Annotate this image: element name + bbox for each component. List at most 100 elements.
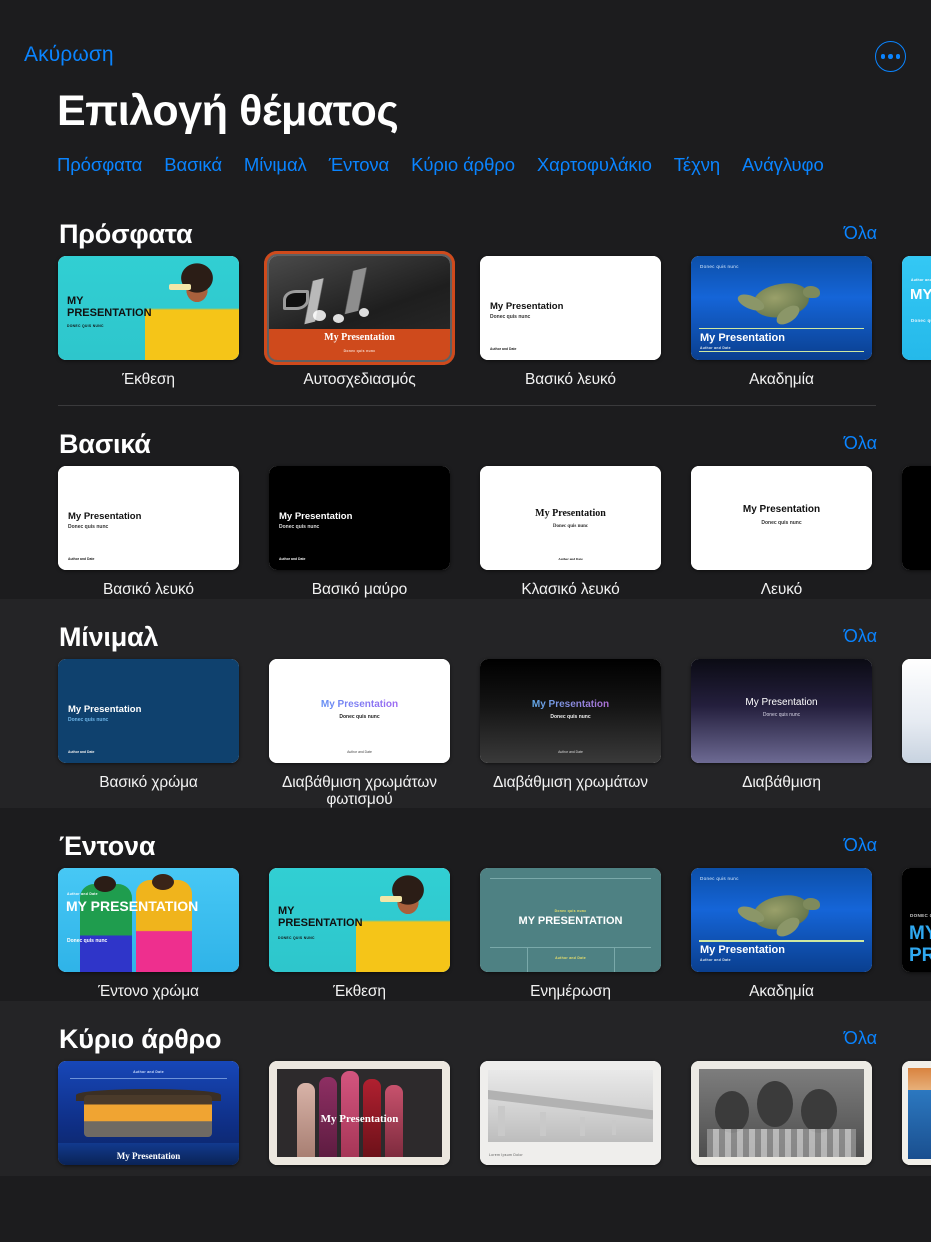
see-all-link[interactable]: Όλα bbox=[844, 626, 877, 647]
theme-card[interactable]: My Presentation Donec quis nunc Author a… bbox=[58, 658, 239, 791]
slide-title: My Presentation bbox=[742, 504, 821, 516]
theme-card[interactable]: MY PRESENTATION DONEC QUIS NUNC Έκθεση bbox=[58, 256, 239, 388]
theme-thumbnail: Donec quis nunc My Presentation Author a… bbox=[691, 868, 872, 973]
theme-card-label: Βασικό μαύρο bbox=[311, 581, 408, 599]
section-editorial: Κύριο άρθρο Όλα Author and Date My Prese… bbox=[0, 1000, 931, 1176]
theme-card[interactable]: My Presentation Donec quis nunc Author a… bbox=[269, 466, 450, 598]
theme-thumbnail: MY PRESENTATION DONEC QUIS NUNC bbox=[58, 256, 239, 360]
theme-card-partial[interactable]: Author and Date MY PRESENTATION Donec qu… bbox=[902, 256, 931, 371]
slide-title: MY PRESENTATION bbox=[518, 915, 623, 928]
slide-title: My Presentation bbox=[480, 699, 661, 710]
slide-subtitle: Donec quis nunc bbox=[67, 938, 108, 945]
top-bar: Ακύρωση bbox=[0, 0, 931, 88]
artwork-exhibit: MY PRESENTATION DONEC QUIS NUNC bbox=[269, 868, 450, 973]
slide-title: My Presentation bbox=[320, 1112, 399, 1125]
theme-thumbnail: Lorem Ipsum Dolor bbox=[480, 1060, 661, 1165]
ellipsis-circle-icon[interactable] bbox=[875, 41, 906, 72]
chip-art[interactable]: Τέχνη bbox=[674, 154, 720, 176]
theme-card[interactable]: Donec quis nunc My Presentation Author a… bbox=[691, 256, 872, 388]
chip-basic[interactable]: Βασικά bbox=[164, 154, 222, 176]
see-all-link[interactable]: Όλα bbox=[844, 835, 877, 856]
slide-subtitle: Donec quis nunc bbox=[339, 713, 380, 720]
theme-card-label: Έκθεση bbox=[333, 983, 386, 1001]
theme-card[interactable]: My Presentation Donec quis nunc Author a… bbox=[480, 466, 661, 598]
chip-portfolio[interactable]: Χαρτοφυλάκιο bbox=[537, 154, 652, 176]
theme-card[interactable]: My Presentation Donec quis nunc Author a… bbox=[269, 658, 450, 809]
theme-thumbnail: Author and Date MY PRESENTATION Donec qu… bbox=[902, 256, 931, 360]
slide-subtitle: DONEC QUIS NUNC bbox=[910, 913, 931, 919]
theme-card-label: Αυτοσχεδιασμός bbox=[303, 371, 416, 388]
slide-author: Author and Date bbox=[558, 557, 583, 562]
slide-title-line1: MY bbox=[278, 905, 295, 918]
slide-author: Author and Date bbox=[490, 347, 517, 351]
theme-card-partial[interactable] bbox=[902, 658, 931, 774]
slide-eyebrow: Donec quis nunc bbox=[700, 264, 739, 269]
section-title: Βασικά bbox=[59, 429, 151, 460]
theme-card-selected[interactable]: My Presentation Donec quis nunc Αυτοσχεδ… bbox=[264, 251, 455, 388]
chip-editorial[interactable]: Κύριο άρθρο bbox=[411, 154, 515, 176]
slide-author: Author and Date bbox=[558, 749, 583, 754]
artwork-dark-vivid: DONEC QUIS NUNC MY PRESENTATION bbox=[902, 868, 931, 973]
slide-title: My Presentation bbox=[490, 301, 564, 312]
artwork-black: My Presentation bbox=[902, 466, 931, 571]
theme-row-basic: My Presentation Donec quis nunc Author a… bbox=[0, 466, 931, 598]
theme-card-partial[interactable] bbox=[902, 1060, 931, 1176]
chip-recent[interactable]: Πρόσφατα bbox=[57, 154, 142, 176]
theme-card[interactable]: Lorem Ipsum Dolor bbox=[480, 1060, 661, 1176]
theme-card[interactable]: Donec quis nunc My Presentation Author a… bbox=[691, 868, 872, 1000]
theme-card[interactable]: Author and Date MY PRESENTATION Donec qu… bbox=[58, 868, 239, 1000]
slide-subtitle: DONEC QUIS NUNC bbox=[67, 324, 104, 328]
chip-minimal[interactable]: Μίνιμαλ bbox=[244, 154, 307, 176]
cancel-button[interactable]: Ακύρωση bbox=[24, 43, 114, 67]
artwork-children bbox=[691, 1060, 872, 1165]
artwork-turtle: Donec quis nunc My Presentation Author a… bbox=[691, 868, 872, 973]
theme-card[interactable]: My Presentation Donec quis nunc Author a… bbox=[480, 256, 661, 388]
slide-author: Author and Date bbox=[911, 278, 931, 282]
theme-card[interactable]: Donec quis nunc MY PRESENTATION Author a… bbox=[480, 868, 661, 1000]
theme-card[interactable]: My Presentation Donec quis nunc Διαβάθμι… bbox=[691, 658, 872, 791]
slide-title-line1: MY bbox=[67, 295, 84, 307]
chip-relief[interactable]: Ανάγλυφο bbox=[742, 154, 824, 176]
artwork-basic-white: My Presentation Donec quis nunc Author a… bbox=[480, 256, 661, 360]
see-all-link[interactable]: Όλα bbox=[844, 223, 877, 244]
theme-card[interactable]: My Presentation bbox=[269, 1060, 450, 1176]
theme-sections-scroll[interactable]: Πρόσφατα Όλα MY PRESENTATION DONEC QUIS … bbox=[0, 196, 931, 1242]
theme-card[interactable]: My Presentation Donec quis nunc Λευκό bbox=[691, 466, 872, 598]
theme-row-minimal: My Presentation Donec quis nunc Author a… bbox=[0, 658, 931, 809]
slide-subtitle: Donec quis nunc bbox=[554, 909, 587, 914]
slide-author: Author and Date bbox=[700, 958, 731, 963]
theme-thumbnail: Author and Date My Presentation bbox=[58, 1060, 239, 1165]
artwork-light-gradient bbox=[902, 658, 931, 763]
theme-card-label: Βασικό λευκό bbox=[103, 581, 194, 599]
artwork-classic-white: My Presentation Donec quis nunc Author a… bbox=[480, 466, 661, 571]
slide-title: My Presentation bbox=[68, 703, 142, 715]
slide-author: Author and Date bbox=[133, 1069, 164, 1074]
theme-thumbnail: My Presentation Donec quis nunc bbox=[264, 251, 455, 365]
chip-vivid[interactable]: Έντονα bbox=[329, 154, 390, 176]
section-minimal: Μίνιμαλ Όλα My Presentation Donec quis n… bbox=[0, 598, 931, 809]
theme-card[interactable]: MY PRESENTATION DONEC QUIS NUNC Έκθεση bbox=[269, 868, 450, 1000]
category-chip-bar: Πρόσφατα Βασικά Μίνιμαλ Έντονα Κύριο άρθ… bbox=[57, 154, 824, 176]
theme-card-label: Διαβάθμιση bbox=[742, 773, 821, 791]
section-header-editorial: Κύριο άρθρο Όλα bbox=[0, 1001, 931, 1061]
section-recent: Πρόσφατα Όλα MY PRESENTATION DONEC QUIS … bbox=[0, 196, 931, 407]
slide-title: My Presentation bbox=[535, 508, 606, 520]
theme-card[interactable] bbox=[691, 1060, 872, 1176]
theme-card-label: Ενημέρωση bbox=[530, 983, 611, 1001]
theme-card[interactable]: My Presentation Donec quis nunc Author a… bbox=[58, 466, 239, 598]
artwork-blue-gradient: Author and Date MY PRESENTATION Donec qu… bbox=[902, 256, 931, 360]
section-vivid: Έντονα Όλα Author and Date MY PRESENTATI… bbox=[0, 808, 931, 1001]
theme-card-partial[interactable]: DONEC QUIS NUNC MY PRESENTATION bbox=[902, 868, 931, 983]
theme-thumbnail: MY PRESENTATION DONEC QUIS NUNC bbox=[269, 868, 450, 973]
see-all-link[interactable]: Όλα bbox=[844, 1028, 877, 1049]
see-all-link[interactable]: Όλα bbox=[844, 433, 877, 454]
theme-card-partial[interactable]: My Presentation bbox=[902, 466, 931, 581]
slide-subtitle: Donec quis nunc bbox=[490, 314, 531, 320]
artwork-opera-house: Author and Date My Presentation bbox=[58, 1060, 239, 1165]
theme-card[interactable]: Author and Date My Presentation bbox=[58, 1060, 239, 1176]
theme-thumbnail: My Presentation Donec quis nunc Author a… bbox=[480, 466, 661, 571]
slide-title: MY PRESENTATION bbox=[910, 286, 931, 303]
theme-card-label: Λευκό bbox=[760, 581, 803, 599]
theme-card[interactable]: My Presentation Donec quis nunc Author a… bbox=[480, 658, 661, 791]
slide-author: Author and Date bbox=[555, 956, 586, 961]
